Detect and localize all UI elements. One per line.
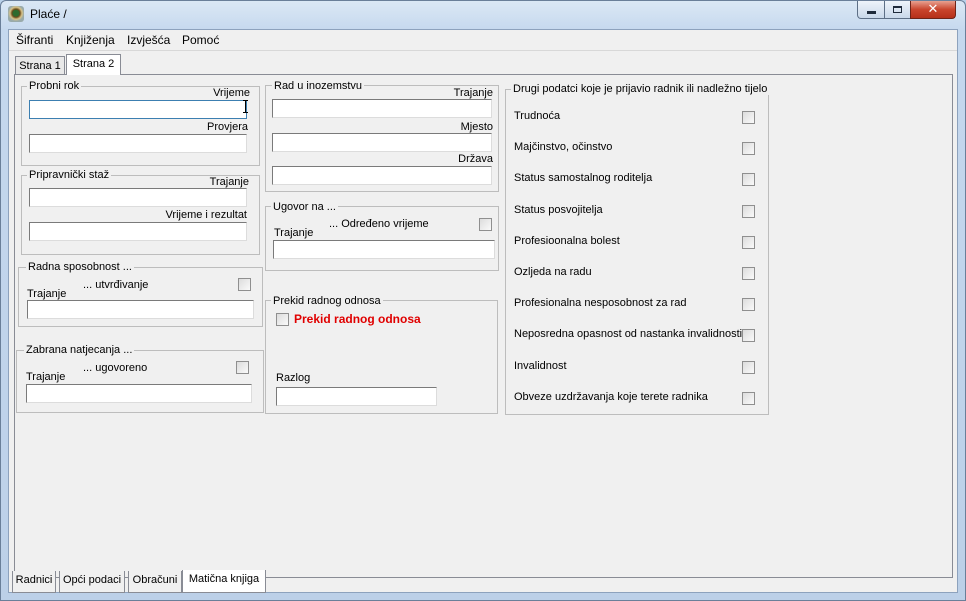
group-rad-u-inozemstvu: Rad u inozemstvu Trajanje Mjesto Država bbox=[265, 80, 499, 192]
tab-obracuni[interactable]: Obračuni bbox=[128, 571, 182, 593]
radna-sposobnost-check-label: ... utvrđivanje bbox=[83, 279, 149, 291]
pripravnicki-trajanje-input[interactable] bbox=[29, 188, 247, 207]
client-area: Šifranti Knjiženja Izvješća Pomoć Strana… bbox=[8, 29, 958, 593]
ugovor-trajanje-label: Trajanje bbox=[274, 227, 314, 239]
group-drugi-podatci: Drugi podatci koje je prijavio radnik il… bbox=[505, 83, 770, 415]
drugi-item-label: Profesioonalna bolest bbox=[514, 234, 620, 247]
text-cursor-icon bbox=[243, 100, 249, 113]
drugi-item-checkbox[interactable] bbox=[742, 391, 755, 405]
drugi-item-checkbox[interactable] bbox=[742, 204, 755, 218]
ugovor-odredeno-checkbox[interactable] bbox=[479, 218, 492, 231]
radna-sposobnost-checkbox[interactable] bbox=[238, 278, 251, 291]
maximize-button[interactable] bbox=[884, 1, 911, 19]
maximize-icon bbox=[893, 6, 902, 13]
drugi-item-checkbox[interactable] bbox=[742, 298, 755, 312]
drugi-item-label: Status samostalnog roditelja bbox=[514, 172, 653, 185]
title-bar[interactable]: Plaće / ✕ bbox=[0, 0, 964, 28]
prekid-check-label: Prekid radnog odnosa bbox=[294, 312, 421, 326]
minimize-icon bbox=[866, 11, 876, 14]
zabrana-legend: Zabrana natjecanja ... bbox=[24, 344, 135, 356]
drugi-item-label: Neposredna opasnost od nastanka invalidn… bbox=[514, 328, 743, 341]
menu-knjizenja[interactable]: Knjiženja bbox=[66, 33, 115, 47]
pripravnicki-trajanje-label: Trajanje bbox=[209, 176, 249, 188]
window-title: Plaće / bbox=[30, 7, 67, 21]
drugi-item-label: Ozljeda na radu bbox=[514, 266, 592, 278]
ugovor-trajanje-input[interactable] bbox=[273, 240, 495, 259]
zabrana-checkbox[interactable] bbox=[236, 361, 249, 374]
drugi-item-checkbox[interactable] bbox=[742, 329, 755, 343]
group-probni-rok: Probni rok Vrijeme Provjera bbox=[21, 80, 260, 166]
inozemstvo-legend: Rad u inozemstvu bbox=[272, 80, 365, 92]
drugi-item-label: Profesionalna nesposobnost za rad bbox=[514, 297, 687, 310]
inozemstvo-drzava-label: Država bbox=[458, 153, 493, 165]
probni-rok-vrijeme-input[interactable] bbox=[29, 100, 247, 119]
ugovor-legend: Ugovor na ... bbox=[271, 201, 338, 213]
menu-pomoc[interactable]: Pomoć bbox=[182, 33, 219, 47]
drugi-item-label: Status posvojitelja bbox=[514, 203, 603, 216]
drugi-item-label: Trudnoća bbox=[514, 110, 561, 122]
prekid-checkbox[interactable] bbox=[276, 313, 289, 326]
prekid-legend: Prekid radnog odnosa bbox=[271, 295, 383, 307]
inozemstvo-drzava-input[interactable] bbox=[272, 166, 492, 185]
inozemstvo-trajanje-label: Trajanje bbox=[453, 87, 493, 99]
drugi-item-checkbox[interactable] bbox=[742, 142, 755, 156]
group-zabrana-natjecanja: Zabrana natjecanja ... ... ugovoreno Tra… bbox=[16, 344, 264, 413]
drugi-item-label: Obveze uzdržavanja koje terete radnika bbox=[514, 390, 708, 403]
app-icon[interactable] bbox=[8, 6, 24, 22]
drugi-item-checkbox[interactable] bbox=[742, 235, 755, 249]
radna-sposobnost-trajanje-label: Trajanje bbox=[27, 288, 67, 300]
drugi-item-label: Invalidnost bbox=[514, 359, 567, 372]
probni-rok-legend: Probni rok bbox=[27, 80, 82, 92]
radna-sposobnost-legend: Radna sposobnost ... bbox=[26, 261, 134, 273]
tab-strana-2[interactable]: Strana 2 bbox=[66, 54, 121, 75]
drugi-legend: Drugi podatci koje je prijavio radnik il… bbox=[511, 83, 770, 95]
group-pripravnicki-staz: Pripravnički staž Trajanje Vrijeme i rez… bbox=[21, 169, 260, 255]
prekid-razlog-label: Razlog bbox=[276, 372, 311, 384]
probni-rok-provjera-input[interactable] bbox=[29, 134, 247, 153]
menu-sifranti[interactable]: Šifranti bbox=[16, 33, 53, 47]
radna-sposobnost-trajanje-input[interactable] bbox=[27, 300, 254, 319]
probni-rok-provjera-label: Provjera bbox=[207, 121, 248, 133]
zabrana-trajanje-input[interactable] bbox=[26, 384, 252, 403]
pripravnicki-legend: Pripravnički staž bbox=[27, 169, 112, 181]
close-button[interactable]: ✕ bbox=[910, 1, 956, 19]
zabrana-trajanje-label: Trajanje bbox=[26, 371, 66, 383]
drugi-item-checkbox[interactable] bbox=[742, 267, 755, 280]
minimize-button[interactable] bbox=[857, 1, 885, 19]
tab-strana-1[interactable]: Strana 1 bbox=[15, 56, 65, 75]
menu-bar: Šifranti Knjiženja Izvješća Pomoć bbox=[9, 30, 957, 51]
tab-opci-podaci[interactable]: Opći podaci bbox=[59, 571, 125, 593]
close-icon: ✕ bbox=[927, 2, 939, 17]
prekid-razlog-input[interactable] bbox=[276, 387, 437, 406]
group-prekid-radnog-odnosa: Prekid radnog odnosa Prekid radnog odnos… bbox=[265, 295, 498, 414]
menu-izvjesca[interactable]: Izvješća bbox=[127, 33, 170, 47]
pripravnicki-vrijeme-rezultat-label: Vrijeme i rezultat bbox=[165, 209, 247, 221]
inozemstvo-trajanje-input[interactable] bbox=[272, 99, 492, 118]
group-ugovor-na: Ugovor na ... ... Određeno vrijeme Traja… bbox=[265, 201, 499, 271]
pripravnicki-vrijeme-rezultat-input[interactable] bbox=[29, 222, 247, 241]
inozemstvo-mjesto-input[interactable] bbox=[272, 133, 492, 152]
tab-radnici[interactable]: Radnici bbox=[12, 571, 56, 593]
drugi-item-checkbox[interactable] bbox=[742, 360, 755, 374]
probni-rok-vrijeme-label: Vrijeme bbox=[213, 87, 250, 99]
group-radna-sposobnost: Radna sposobnost ... ... utvrđivanje Tra… bbox=[18, 261, 263, 327]
drugi-item-label: Majčinstvo, očinstvo bbox=[514, 141, 613, 154]
ugovor-check-label: ... Određeno vrijeme bbox=[329, 218, 429, 230]
drugi-item-checkbox[interactable] bbox=[742, 111, 755, 124]
tab-maticna-knjiga[interactable]: Matična knjiga bbox=[182, 570, 266, 593]
drugi-item-checkbox[interactable] bbox=[742, 173, 755, 187]
zabrana-check-label: ... ugovoreno bbox=[83, 362, 148, 374]
inozemstvo-mjesto-label: Mjesto bbox=[460, 121, 493, 133]
